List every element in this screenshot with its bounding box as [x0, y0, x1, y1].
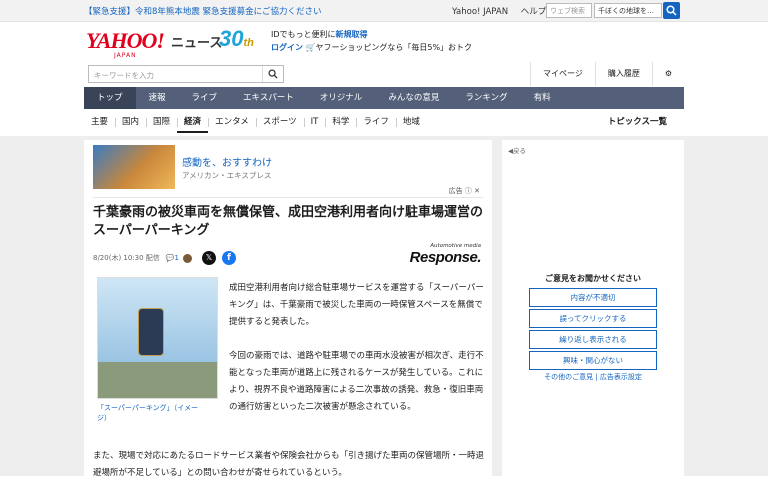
keyword-search-button[interactable] [262, 66, 282, 82]
yahoo-japan-link[interactable]: Yahoo! JAPAN [452, 7, 508, 17]
category-nav: 主要 国内 国際 経済 エンタメ スポーツ IT 科学 ライフ 地域 トピックス… [84, 113, 684, 133]
login-link[interactable]: ログイン [271, 43, 303, 52]
feedback-not-interested-button[interactable]: 興味・関心がない [529, 351, 657, 370]
help-link[interactable]: ヘルプ [521, 7, 547, 17]
feedback-misclick-button[interactable]: 誤ってクリックする [529, 309, 657, 328]
avatar [183, 253, 192, 263]
site-header: YAHOO! JAPAN ニュース 30th IDでもっと便利に新規取得 ログイ… [0, 22, 768, 62]
divider [93, 197, 483, 198]
comment-count[interactable]: 💬1 [166, 254, 179, 262]
ad-sponsor: アメリカン・エキスプレス [182, 171, 272, 180]
ad-info-icon: ⓘ [464, 187, 472, 195]
facebook-share-icon[interactable]: f [222, 251, 236, 265]
account-links: マイページ 購入履歴 ⚙ [529, 62, 684, 86]
top-links: Yahoo! JAPAN ヘルプ [452, 5, 556, 17]
paragraph: 今回の豪雨では、道路や駐車場での車両水没被害が相次ぎ、走行不能となった車両が道路… [229, 351, 484, 412]
nav-paid[interactable]: 有料 [521, 87, 564, 109]
shopping-promo-link[interactable]: ヤフーショッピングなら「毎日5%」おトク [316, 43, 473, 52]
feedback-inappropriate-button[interactable]: 内容が不適切 [529, 288, 657, 307]
nav-live[interactable]: ライブ [179, 87, 231, 109]
photo-caption[interactable]: 「スーパーパーキング」（イメージ） [97, 403, 207, 423]
nav-breaking[interactable]: 速報 [136, 87, 179, 109]
settings-gear-icon[interactable]: ⚙ [651, 62, 684, 86]
search-icon [666, 5, 677, 16]
header-promo: IDでもっと便利に新規取得 ログイン 🛒ヤフーショッピングなら「毎日5%」おトク [271, 30, 473, 52]
purchase-history-link[interactable]: 購入履歴 [594, 62, 652, 86]
keyword-search-row: キーワードを入力 マイページ 購入履歴 ⚙ [84, 62, 684, 86]
ad-label: 広告 ⓘ ✕ [448, 187, 480, 195]
publish-date: 8/20(木) 10:30 配信 [93, 254, 160, 262]
article-title: 千葉豪雨の被災車両を無償保管、成田空港利用者向け駐車場運営のスーパーパーキング [93, 205, 484, 238]
feedback-repeated-button[interactable]: 繰り返し表示される [529, 330, 657, 349]
topics-list-link[interactable]: トピックス一覧 [601, 113, 674, 131]
article-photo[interactable] [97, 277, 218, 399]
emergency-alert-link[interactable]: 【緊急支援】令和8年熊本地震 緊急支援募金にご協力ください [84, 5, 321, 17]
sidebar: ◀戻る ご意見をお聞かせください 内容が不適切 誤ってクリックする 繰り返し表示… [502, 140, 684, 480]
keyword-search-input[interactable]: キーワードを入力 [88, 65, 284, 83]
signup-link[interactable]: 新規取得 [336, 30, 368, 39]
tab-life[interactable]: ライフ [356, 113, 396, 133]
article-meta: 8/20(木) 10:30 配信 💬1 𝕏 f [93, 251, 236, 265]
web-search-scope[interactable]: ウェブ検索 [546, 3, 592, 18]
feedback-footer-links[interactable]: その他のご意見 | 広告表示設定 [502, 372, 684, 382]
mypage-link[interactable]: マイページ [529, 62, 595, 86]
nav-opinions[interactable]: みんなの意見 [375, 87, 452, 109]
tab-international[interactable]: 国際 [146, 113, 177, 133]
top-utility-bar: 【緊急支援】令和8年熊本地震 緊急支援募金にご協力ください Yahoo! JAP… [0, 0, 768, 22]
cart-icon: 🛒 [305, 43, 316, 52]
paragraph: また、現場で対応にあたるロードサービス業者や保険会社からも「引き揚げた車両の保管… [93, 451, 485, 478]
content-area: 感動を、おすすわけ アメリカン・エキスプレス 広告 ⓘ ✕ 千葉豪雨の被災車両を… [0, 136, 768, 480]
back-link[interactable]: ◀戻る [508, 145, 526, 155]
nav-top[interactable]: トップ [84, 87, 136, 109]
nav-expert[interactable]: エキスパート [230, 87, 307, 109]
news-section-label[interactable]: ニュース [171, 32, 222, 51]
tab-main[interactable]: 主要 [84, 113, 115, 133]
publisher-logo[interactable]: Automotive media Response. [410, 243, 482, 266]
paragraph: 成田空港利用者向け総合駐車場サービスを運営する「スーパーパーキング」は、千葉豪雨… [229, 283, 484, 327]
tab-domestic[interactable]: 国内 [115, 113, 146, 133]
tab-economy[interactable]: 経済 [177, 113, 209, 133]
tab-entertainment[interactable]: エンタメ [208, 113, 256, 133]
anniversary-badge: 30th [219, 26, 254, 51]
web-search-input[interactable]: 千ぼくの地球を… [594, 3, 662, 18]
main-nav: トップ 速報 ライブ エキスパート オリジナル みんなの意見 ランキング 有料 [84, 87, 684, 109]
article-body: 成田空港利用者向け総合駐車場サービスを運営する「スーパーパーキング」は、千葉豪雨… [229, 280, 484, 433]
tab-science[interactable]: 科学 [325, 113, 356, 133]
yahoo-logo[interactable]: YAHOO! JAPAN [86, 28, 165, 59]
tab-it[interactable]: IT [303, 113, 326, 133]
ad-image[interactable] [93, 145, 175, 189]
tab-region[interactable]: 地域 [395, 113, 427, 133]
search-icon [268, 69, 278, 79]
ad-title[interactable]: 感動を、おすすわけ [182, 154, 272, 169]
nav-ranking[interactable]: ランキング [452, 87, 520, 109]
nav-original[interactable]: オリジナル [307, 87, 376, 109]
tab-sports[interactable]: スポーツ [255, 113, 304, 133]
feedback-heading: ご意見をお聞かせください [545, 274, 641, 283]
web-search-button[interactable] [663, 2, 680, 19]
x-share-icon[interactable]: 𝕏 [202, 251, 216, 265]
close-icon[interactable]: ✕ [474, 187, 480, 195]
article-column: 感動を、おすすわけ アメリカン・エキスプレス 広告 ⓘ ✕ 千葉豪雨の被災車両を… [84, 140, 492, 480]
